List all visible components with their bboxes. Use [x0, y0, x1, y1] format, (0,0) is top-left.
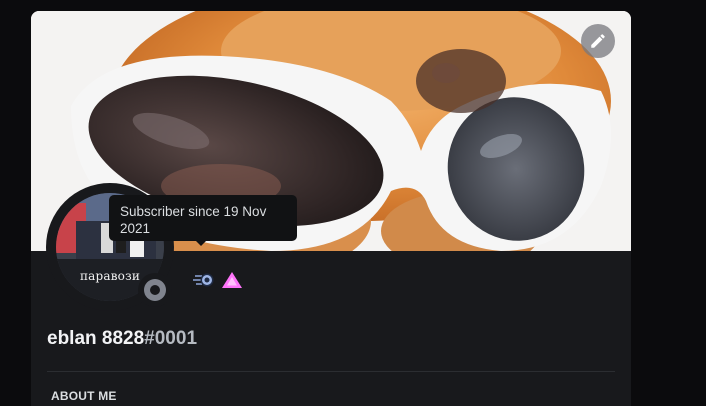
status-indicator: [138, 273, 172, 307]
tooltip-arrow: [196, 241, 206, 246]
profile-username[interactable]: eblan 8828#0001: [47, 328, 197, 350]
tooltip-text: Subscriber since 19 Nov 2021: [120, 204, 267, 236]
edit-profile-button[interactable]: [581, 24, 615, 58]
nitro-subscriber-badge[interactable]: [221, 269, 243, 291]
username-text: eblan 8828: [47, 328, 145, 349]
offline-status-icon: [144, 279, 166, 301]
hypesquad-balance-badge[interactable]: [193, 269, 215, 291]
badge-tooltip: Subscriber since 19 Nov 2021: [109, 195, 297, 246]
nitro-triangle-icon: [222, 272, 242, 288]
pencil-icon: [591, 34, 605, 48]
hypesquad-balance-icon: [193, 273, 214, 287]
about-me-heading: ABOUT ME: [51, 389, 117, 403]
badge-list: [193, 269, 243, 291]
section-divider: [47, 371, 615, 372]
profile-card: паравози Subscriber since 19 Nov 2021 eb…: [31, 11, 631, 406]
discriminator-text: #0001: [144, 328, 198, 349]
